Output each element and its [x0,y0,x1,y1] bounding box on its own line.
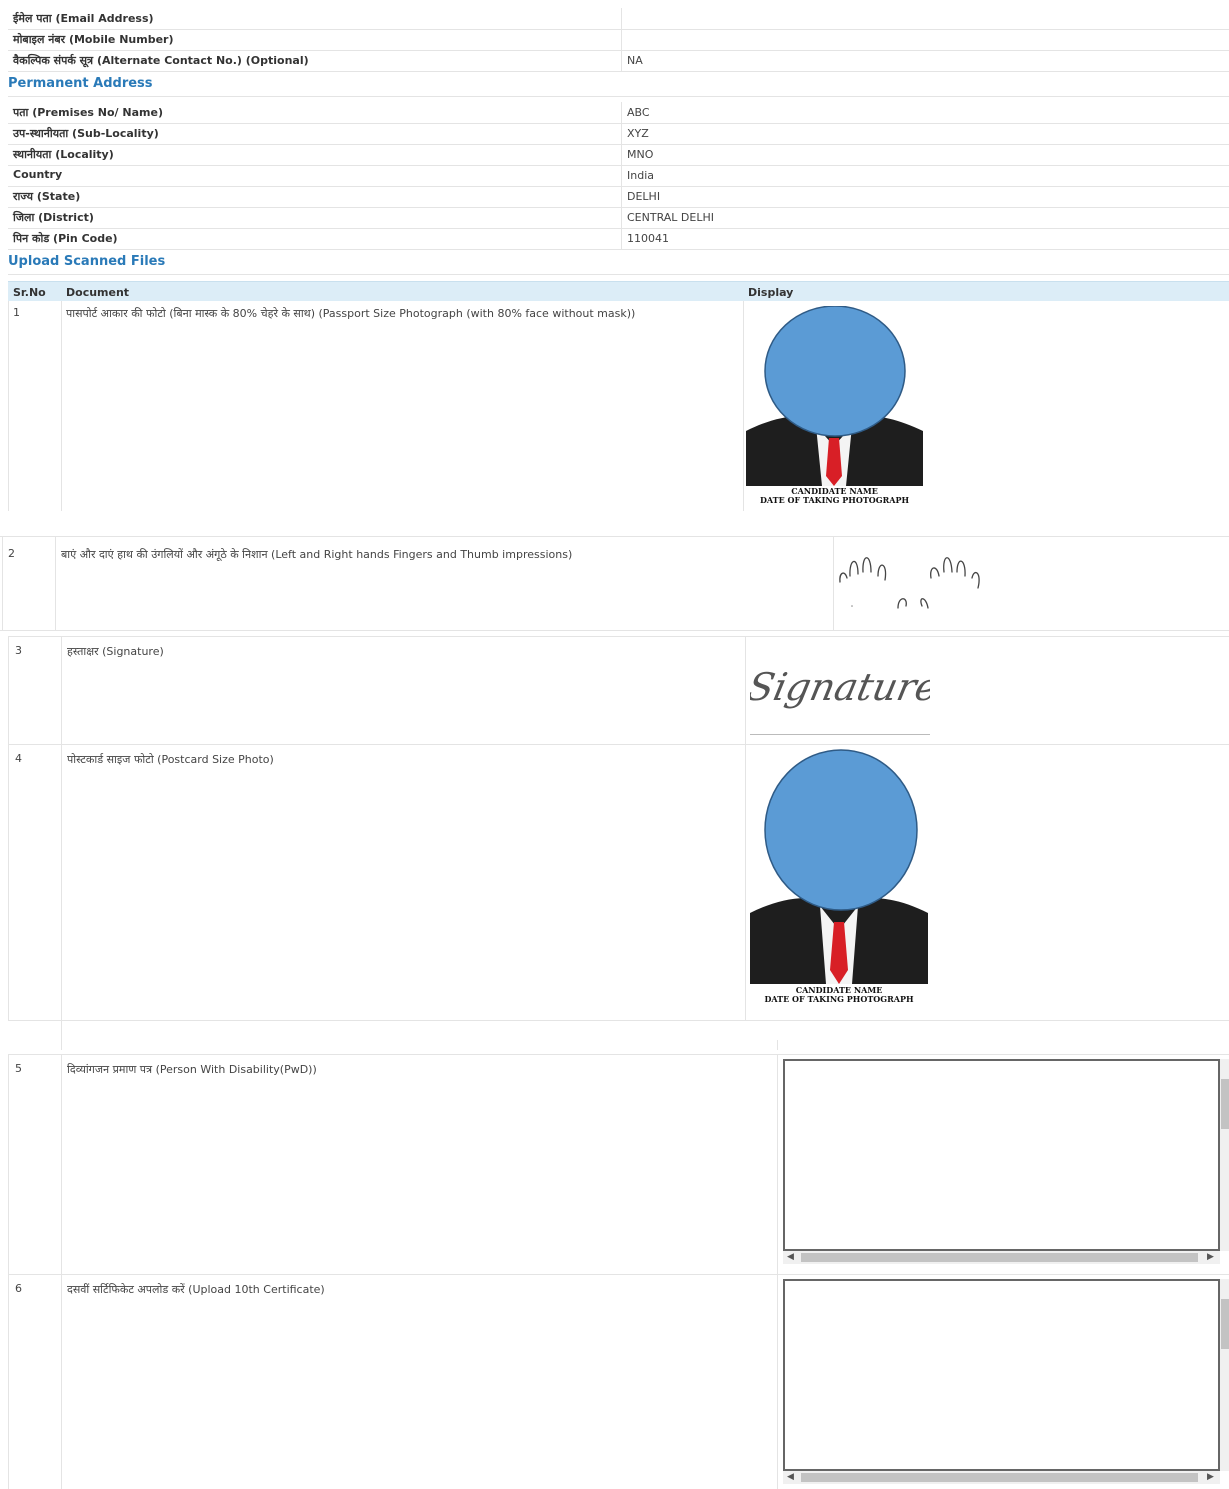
sub-locality-value: XYZ [627,127,649,140]
pwd-document-viewer[interactable] [783,1059,1220,1251]
header-display: Display [748,286,794,299]
email-label: ईमेल पता (Email Address) [13,12,154,25]
passport-photo [746,306,923,486]
locality-value: MNO [627,148,654,161]
permanent-address-title: Permanent Address [8,76,153,91]
scroll-thumb[interactable] [801,1473,1198,1482]
district-label: जिला (District) [13,211,94,224]
signature-text: Signature [750,665,930,710]
postcard-photo [750,748,928,984]
state-value: DELHI [627,190,661,203]
row-2-srno: 2 [8,547,15,560]
fingerprints-image [836,548,996,618]
alternate-contact-row: वैकल्पिक संपर्क सूत्र (Alternate Contact… [8,50,1229,72]
header-document: Document [66,286,130,299]
pincode-label: पिन कोड (Pin Code) [13,232,118,245]
header-srno: Sr.No [13,286,46,299]
certificate-document-viewer[interactable] [783,1279,1220,1471]
scroll-thumb[interactable] [1221,1079,1229,1129]
email-row: ईमेल पता (Email Address) [8,8,1229,30]
scroll-left-arrow-icon[interactable]: ◀ [787,1252,794,1262]
alternate-contact-label: वैकल्पिक संपर्क सूत्र (Alternate Contact… [13,54,309,67]
row-6-document: दसवीं सर्टिफिकेट अपलोड करें (Upload 10th… [67,1283,325,1296]
pwd-horizontal-scrollbar[interactable]: ◀ ▶ [783,1251,1220,1264]
scroll-thumb[interactable] [801,1253,1198,1262]
premises-value: ABC [627,106,650,119]
scroll-right-arrow-icon[interactable]: ▶ [1207,1252,1214,1262]
scroll-left-arrow-icon[interactable]: ◀ [787,1472,794,1482]
state-label: राज्य (State) [13,190,81,203]
row-6-srno: 6 [15,1282,22,1295]
sub-locality-label: उप-स्थानीयता (Sub-Locality) [13,127,159,140]
photo-4-caption-date: DATE OF TAKING PHOTOGRAPH [764,994,914,1004]
photo-1-caption-date: DATE OF TAKING PHOTOGRAPH [759,495,910,505]
mobile-label: मोबाइल नंबर (Mobile Number) [13,33,174,46]
pwd-vertical-scrollbar[interactable] [1220,1059,1229,1251]
row-3-srno: 3 [15,644,22,657]
district-row: जिला (District) CENTRAL DELHI [8,207,1229,229]
country-value: India [627,169,654,182]
pincode-row: पिन कोड (Pin Code) 110041 [8,228,1229,250]
state-row: राज्य (State) DELHI [8,186,1229,208]
signature-image: Signature [743,655,943,735]
pincode-value: 110041 [627,232,669,245]
district-value: CENTRAL DELHI [627,211,714,224]
row-4-srno: 4 [15,752,22,765]
section-divider [8,96,1229,97]
scroll-thumb[interactable] [1221,1299,1229,1349]
locality-label: स्थानीयता (Locality) [13,148,114,161]
scroll-right-arrow-icon[interactable]: ▶ [1207,1472,1214,1482]
sub-locality-row: उप-स्थानीयता (Sub-Locality) XYZ [8,123,1229,145]
locality-row: स्थानीयता (Locality) MNO [8,144,1229,166]
row-3-document: हस्ताक्षर (Signature) [67,645,164,658]
row-4-document: पोस्टकार्ड साइज फोटो (Postcard Size Phot… [67,753,274,766]
premises-row: पता (Premises No/ Name) ABC [8,102,1229,124]
row-1-document: पासपोर्ट आकार की फोटो (बिना मास्क के 80%… [66,307,636,320]
certificate-vertical-scrollbar[interactable] [1220,1279,1229,1471]
country-label: Country [13,168,63,181]
country-row: Country India [8,165,1229,187]
row-5-document: दिव्यांगजन प्रमाण पत्र (Person With Disa… [67,1063,317,1076]
uploads-table-header: Sr.No Document Display [8,281,1229,301]
row-1-srno: 1 [13,306,20,319]
section-divider [8,274,1229,275]
row-2-document: बाएं और दाएं हाथ की उंगलियों और अंगूठे क… [61,548,573,561]
row-5-srno: 5 [15,1062,22,1075]
certificate-horizontal-scrollbar[interactable]: ◀ ▶ [783,1471,1220,1484]
mobile-row: मोबाइल नंबर (Mobile Number) [8,29,1229,51]
premises-label: पता (Premises No/ Name) [13,106,163,119]
upload-files-title: Upload Scanned Files [8,254,166,269]
alternate-contact-value: NA [627,54,643,67]
